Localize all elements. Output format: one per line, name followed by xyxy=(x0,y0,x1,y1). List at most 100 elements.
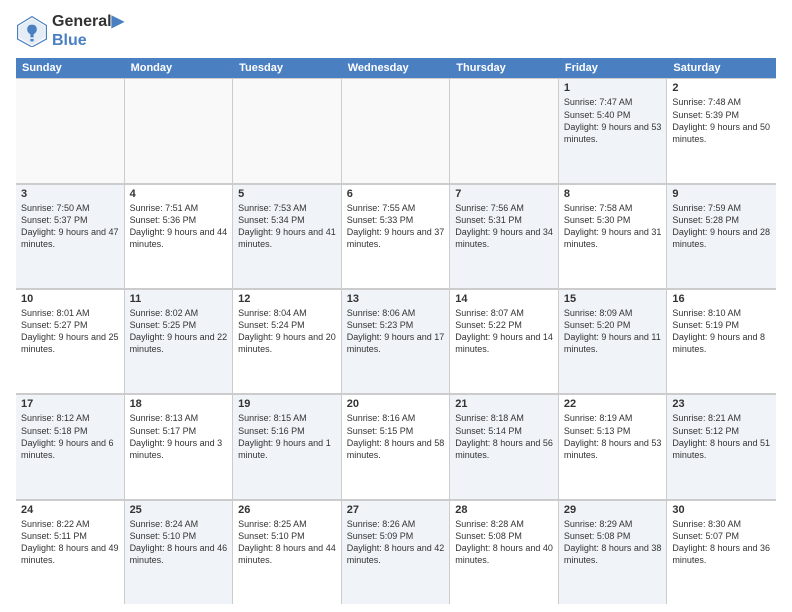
calendar-cell: 11 Sunrise: 8:02 AM Sunset: 5:25 PM Dayli… xyxy=(125,289,234,393)
calendar-cell: 21 Sunrise: 8:18 AM Sunset: 5:14 PM Dayli… xyxy=(450,394,559,498)
calendar-cell: 29 Sunrise: 8:29 AM Sunset: 5:08 PM Dayli… xyxy=(559,500,668,604)
calendar-week: 10Sunrise: 8:01 AM Sunset: 5:27 PM Dayli… xyxy=(16,289,776,394)
logo: General▶ Blue xyxy=(16,12,124,50)
day-number: 14 xyxy=(455,293,553,305)
page: General▶ Blue SundayMondayTuesdayWednesd… xyxy=(0,0,792,612)
calendar-week: 1 Sunrise: 7:47 AM Sunset: 5:40 PM Daylig… xyxy=(16,78,776,183)
day-info: Sunrise: 8:07 AM Sunset: 5:22 PM Dayligh… xyxy=(455,307,553,356)
calendar-cell xyxy=(125,78,234,182)
day-number: 19 xyxy=(238,398,336,410)
day-number: 7 xyxy=(455,188,553,200)
day-number: 10 xyxy=(21,293,119,305)
day-number: 18 xyxy=(130,398,228,410)
calendar-cell xyxy=(16,78,125,182)
day-info: Sunrise: 7:59 AM Sunset: 5:28 PM Dayligh… xyxy=(672,202,771,251)
day-info: Sunrise: 7:56 AM Sunset: 5:31 PM Dayligh… xyxy=(455,202,553,251)
calendar-cell: 4Sunrise: 7:51 AM Sunset: 5:36 PM Daylig… xyxy=(125,184,234,288)
calendar-week: 3 Sunrise: 7:50 AM Sunset: 5:37 PM Daylig… xyxy=(16,184,776,289)
weekday-header: Monday xyxy=(125,58,234,78)
calendar-cell: 6Sunrise: 7:55 AM Sunset: 5:33 PM Daylig… xyxy=(342,184,451,288)
calendar-body: 1 Sunrise: 7:47 AM Sunset: 5:40 PM Daylig… xyxy=(16,78,776,604)
day-number: 9 xyxy=(672,188,771,200)
day-number: 16 xyxy=(672,293,771,305)
day-number: 22 xyxy=(564,398,662,410)
calendar-cell: 28 Sunrise: 8:28 AM Sunset: 5:08 PM Dayli… xyxy=(450,500,559,604)
day-info: Sunrise: 8:26 AM Sunset: 5:09 PM Dayligh… xyxy=(347,518,445,567)
day-number: 28 xyxy=(455,504,553,516)
calendar-cell: 13 Sunrise: 8:06 AM Sunset: 5:23 PM Dayli… xyxy=(342,289,451,393)
day-info: Sunrise: 8:21 AM Sunset: 5:12 PM Dayligh… xyxy=(672,412,771,461)
day-number: 25 xyxy=(130,504,228,516)
calendar-cell: 14 Sunrise: 8:07 AM Sunset: 5:22 PM Dayli… xyxy=(450,289,559,393)
weekday-header: Saturday xyxy=(667,58,776,78)
day-info: Sunrise: 8:04 AM Sunset: 5:24 PM Dayligh… xyxy=(238,307,336,356)
day-number: 11 xyxy=(130,293,228,305)
day-info: Sunrise: 7:51 AM Sunset: 5:36 PM Dayligh… xyxy=(130,202,228,251)
calendar-cell: 12 Sunrise: 8:04 AM Sunset: 5:24 PM Dayli… xyxy=(233,289,342,393)
calendar-cell: 10Sunrise: 8:01 AM Sunset: 5:27 PM Dayli… xyxy=(16,289,125,393)
day-number: 24 xyxy=(21,504,119,516)
calendar-cell: 7 Sunrise: 7:56 AM Sunset: 5:31 PM Daylig… xyxy=(450,184,559,288)
calendar-cell: 19 Sunrise: 8:15 AM Sunset: 5:16 PM Dayli… xyxy=(233,394,342,498)
calendar-cell: 8 Sunrise: 7:58 AM Sunset: 5:30 PM Daylig… xyxy=(559,184,668,288)
day-info: Sunrise: 7:50 AM Sunset: 5:37 PM Dayligh… xyxy=(21,202,119,251)
calendar-cell: 9 Sunrise: 7:59 AM Sunset: 5:28 PM Daylig… xyxy=(667,184,776,288)
calendar-cell: 5 Sunrise: 7:53 AM Sunset: 5:34 PM Daylig… xyxy=(233,184,342,288)
day-info: Sunrise: 8:28 AM Sunset: 5:08 PM Dayligh… xyxy=(455,518,553,567)
day-info: Sunrise: 8:15 AM Sunset: 5:16 PM Dayligh… xyxy=(238,412,336,461)
calendar-cell: 17Sunrise: 8:12 AM Sunset: 5:18 PM Dayli… xyxy=(16,394,125,498)
calendar-cell: 30Sunrise: 8:30 AM Sunset: 5:07 PM Dayli… xyxy=(667,500,776,604)
day-info: Sunrise: 8:30 AM Sunset: 5:07 PM Dayligh… xyxy=(672,518,771,567)
calendar-cell: 26 Sunrise: 8:25 AM Sunset: 5:10 PM Dayli… xyxy=(233,500,342,604)
day-info: Sunrise: 8:18 AM Sunset: 5:14 PM Dayligh… xyxy=(455,412,553,461)
day-info: Sunrise: 7:47 AM Sunset: 5:40 PM Dayligh… xyxy=(564,96,662,145)
calendar-cell: 15 Sunrise: 8:09 AM Sunset: 5:20 PM Dayli… xyxy=(559,289,668,393)
day-number: 23 xyxy=(672,398,771,410)
day-info: Sunrise: 7:58 AM Sunset: 5:30 PM Dayligh… xyxy=(564,202,662,251)
calendar-header: SundayMondayTuesdayWednesdayThursdayFrid… xyxy=(16,58,776,78)
day-info: Sunrise: 8:12 AM Sunset: 5:18 PM Dayligh… xyxy=(21,412,119,461)
day-number: 2 xyxy=(672,82,771,94)
day-info: Sunrise: 8:25 AM Sunset: 5:10 PM Dayligh… xyxy=(238,518,336,567)
calendar-cell xyxy=(233,78,342,182)
day-info: Sunrise: 8:02 AM Sunset: 5:25 PM Dayligh… xyxy=(130,307,228,356)
calendar-cell xyxy=(450,78,559,182)
weekday-header: Thursday xyxy=(450,58,559,78)
day-info: Sunrise: 8:13 AM Sunset: 5:17 PM Dayligh… xyxy=(130,412,228,461)
calendar-cell: 1 Sunrise: 7:47 AM Sunset: 5:40 PM Daylig… xyxy=(559,78,668,182)
calendar-cell xyxy=(342,78,451,182)
calendar-week: 17Sunrise: 8:12 AM Sunset: 5:18 PM Dayli… xyxy=(16,394,776,499)
calendar-cell: 22 Sunrise: 8:19 AM Sunset: 5:13 PM Dayli… xyxy=(559,394,668,498)
day-info: Sunrise: 8:09 AM Sunset: 5:20 PM Dayligh… xyxy=(564,307,662,356)
weekday-header: Tuesday xyxy=(233,58,342,78)
day-info: Sunrise: 8:16 AM Sunset: 5:15 PM Dayligh… xyxy=(347,412,445,461)
day-info: Sunrise: 8:06 AM Sunset: 5:23 PM Dayligh… xyxy=(347,307,445,356)
calendar-cell: 2Sunrise: 7:48 AM Sunset: 5:39 PM Daylig… xyxy=(667,78,776,182)
weekday-header: Sunday xyxy=(16,58,125,78)
day-number: 21 xyxy=(455,398,553,410)
day-info: Sunrise: 8:22 AM Sunset: 5:11 PM Dayligh… xyxy=(21,518,119,567)
day-number: 12 xyxy=(238,293,336,305)
day-info: Sunrise: 8:29 AM Sunset: 5:08 PM Dayligh… xyxy=(564,518,662,567)
day-number: 29 xyxy=(564,504,662,516)
day-number: 1 xyxy=(564,82,662,94)
day-number: 20 xyxy=(347,398,445,410)
calendar-cell: 27Sunrise: 8:26 AM Sunset: 5:09 PM Dayli… xyxy=(342,500,451,604)
day-info: Sunrise: 8:19 AM Sunset: 5:13 PM Dayligh… xyxy=(564,412,662,461)
day-number: 26 xyxy=(238,504,336,516)
calendar-cell: 20 Sunrise: 8:16 AM Sunset: 5:15 PM Dayli… xyxy=(342,394,451,498)
day-info: Sunrise: 8:24 AM Sunset: 5:10 PM Dayligh… xyxy=(130,518,228,567)
calendar-cell: 24 Sunrise: 8:22 AM Sunset: 5:11 PM Dayli… xyxy=(16,500,125,604)
calendar-cell: 18 Sunrise: 8:13 AM Sunset: 5:17 PM Dayli… xyxy=(125,394,234,498)
day-info: Sunrise: 7:53 AM Sunset: 5:34 PM Dayligh… xyxy=(238,202,336,251)
calendar-cell: 23 Sunrise: 8:21 AM Sunset: 5:12 PM Dayli… xyxy=(667,394,776,498)
day-number: 3 xyxy=(21,188,119,200)
day-number: 13 xyxy=(347,293,445,305)
day-info: Sunrise: 8:10 AM Sunset: 5:19 PM Dayligh… xyxy=(672,307,771,356)
day-number: 15 xyxy=(564,293,662,305)
day-number: 8 xyxy=(564,188,662,200)
calendar-week: 24 Sunrise: 8:22 AM Sunset: 5:11 PM Dayli… xyxy=(16,500,776,604)
logo-text: General▶ Blue xyxy=(52,12,124,50)
day-number: 5 xyxy=(238,188,336,200)
calendar-cell: 16 Sunrise: 8:10 AM Sunset: 5:19 PM Dayli… xyxy=(667,289,776,393)
